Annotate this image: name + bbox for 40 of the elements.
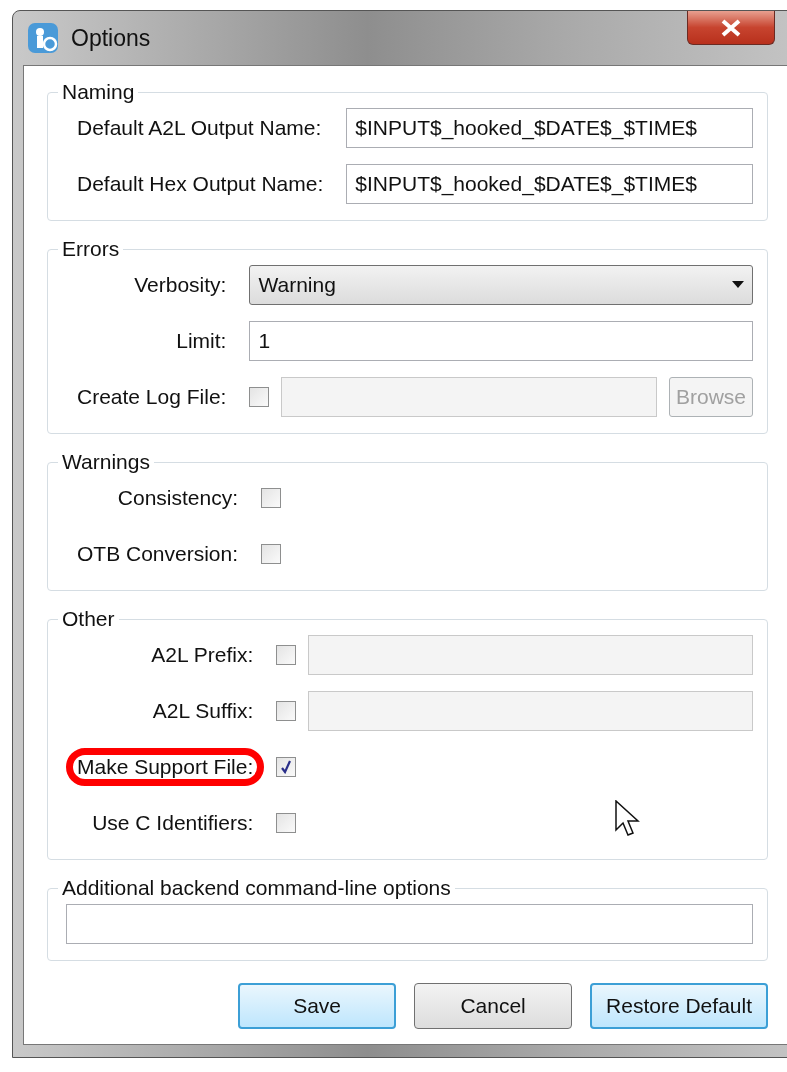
dialog-button[interactable]: Restore Default	[590, 983, 768, 1029]
text-field[interactable]	[308, 635, 753, 675]
checkbox[interactable]	[276, 813, 297, 833]
file-path-field[interactable]	[281, 377, 657, 417]
group-title: Warnings	[61, 450, 151, 474]
field-label: OTB Conversion:	[76, 541, 240, 567]
checkbox[interactable]	[276, 701, 297, 721]
dialog-button[interactable]: Cancel	[414, 983, 573, 1029]
field-label: Default Hex Output Name:	[76, 171, 325, 197]
field-label: Verbosity:	[133, 272, 228, 298]
caret-icon	[732, 281, 744, 289]
field-label: Consistency:	[116, 485, 240, 511]
checkbox[interactable]	[276, 645, 297, 665]
checkbox[interactable]	[276, 757, 297, 777]
group-title: Errors	[61, 237, 121, 261]
group-title: Additional backend command-line options	[61, 876, 452, 900]
close-button[interactable]	[687, 11, 775, 45]
highlighted-field-label: Make Support File:	[66, 748, 265, 786]
close-icon	[720, 18, 742, 37]
text-field[interactable]: 1	[249, 321, 753, 361]
field-label: A2L Suffix:	[151, 698, 255, 724]
check-icon	[279, 760, 294, 774]
field-label: Create Log File:	[76, 384, 228, 410]
mouse-cursor-icon	[615, 800, 641, 838]
text-field[interactable]	[66, 904, 753, 944]
group-title: Naming	[61, 80, 136, 104]
window-title: Options	[71, 24, 151, 52]
checkbox[interactable]	[261, 488, 282, 508]
field-label: Limit:	[175, 328, 228, 354]
checkbox[interactable]	[261, 544, 282, 564]
text-field[interactable]: $INPUT$_hooked_$DATE$_$TIME$	[346, 164, 753, 204]
app-icon	[27, 21, 61, 55]
text-field[interactable]: $INPUT$_hooked_$DATE$_$TIME$	[346, 108, 753, 148]
field-label: Default A2L Output Name:	[76, 115, 323, 141]
dropdown[interactable]: Warning	[249, 265, 753, 305]
field-label: A2L Prefix:	[150, 642, 255, 668]
group-title: Other	[61, 607, 116, 631]
field-label: Use C Identifiers:	[91, 810, 255, 836]
text-field[interactable]	[308, 691, 753, 731]
dialog-button[interactable]: Save	[238, 983, 397, 1029]
